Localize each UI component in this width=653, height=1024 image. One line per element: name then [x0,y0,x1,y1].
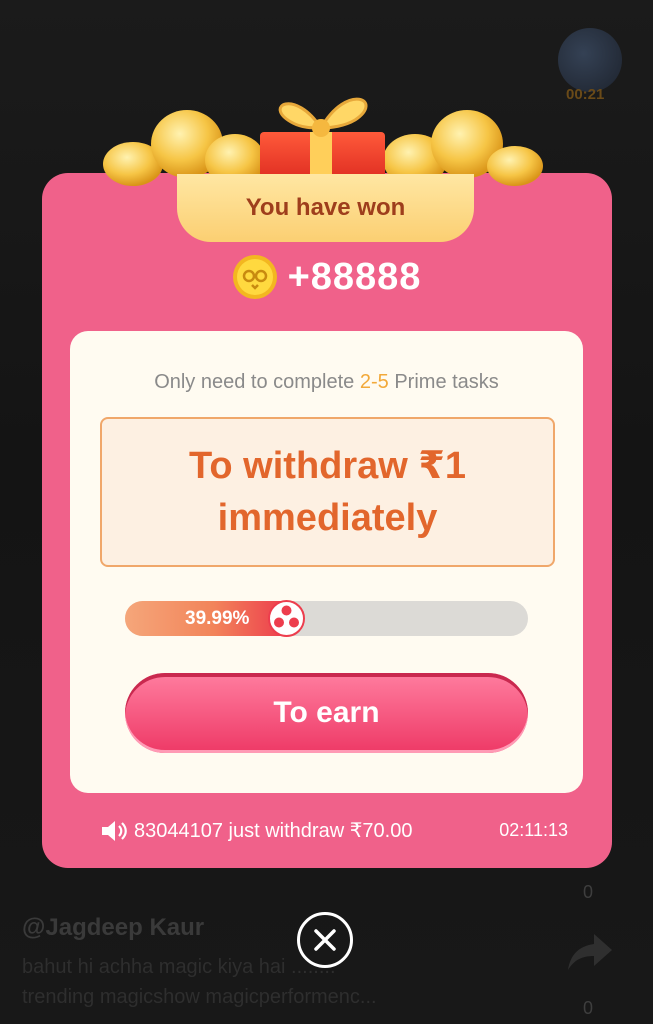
caption-line: bahut hi achha magic kiya hai ........ [22,956,336,978]
close-icon [314,929,336,951]
comment-count: 0 [583,882,594,902]
reward-amount: +88888 [287,255,422,298]
progress-bar: 39.99% [125,600,528,637]
speaker-icon [102,820,127,841]
withdraw-offer-text: To withdraw ₹1 immediately [189,445,466,539]
title-ribbon: You have won [177,174,474,242]
pinwheel-icon [267,600,305,637]
task-requirement-prefix: Only need to complete [154,371,360,393]
ticker-time: 02:11:13 [499,820,568,840]
close-button[interactable] [297,912,353,968]
task-requirement: Only need to complete 2-5 Prime tasks [70,371,583,394]
video-username: @Jagdeep Kaur [22,914,205,941]
progress-percent: 39.99% [185,608,250,629]
owl-coin-icon [232,255,277,299]
share-count: 0 [583,998,594,1018]
caption-line: trending magicshow magicperformenc... [22,986,377,1008]
task-requirement-suffix: Prime tasks [388,371,499,393]
video-caption: bahut hi achha magic kiya hai ........ t… [22,952,492,1012]
task-panel: Only need to complete 2-5 Prime tasks To… [70,331,583,793]
share-icon [568,934,612,970]
popup-title: You have won [245,194,406,221]
ticker-message: 83044107 just withdraw ₹70.00 [134,820,413,842]
earn-button[interactable]: To earn [125,673,528,753]
withdraw-offer-box: To withdraw ₹1 immediately [100,417,555,567]
task-count: 2-5 [359,371,389,393]
withdraw-ticker: 83044107 just withdraw ₹70.00 02:11:13 [100,818,580,843]
reward-amount-row: +88888 [0,254,653,300]
creator-avatar [558,28,622,92]
reward-timer: 00:21 [566,86,605,103]
